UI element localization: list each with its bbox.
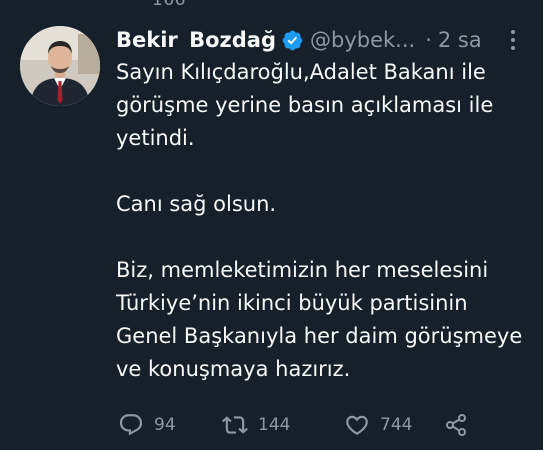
retweet-icon [222,416,248,434]
author-handle[interactable]: @bybek... [310,28,415,52]
previous-tweet-count: 166 [152,0,186,10]
tweet-paragraph: Canı sağ olsun. [116,192,277,216]
header-separator: · [425,28,432,52]
tweet-text: Sayın Kılıçdaroğlu,Adalet Bakanı ile gör… [116,56,526,386]
tweet-header: Bekir Bozdağ @bybek... · 2 sa [116,24,482,56]
share-icon [446,414,466,436]
retweet-count: 144 [258,415,291,435]
reply-icon [119,414,143,436]
like-count: 744 [380,415,413,435]
tweet-paragraph: Sayın Kılıçdaroğlu,Adalet Bakanı ile gör… [116,60,494,150]
more-options-icon[interactable] [506,27,520,53]
retweet-button[interactable]: 144 [222,412,344,438]
reply-count: 94 [154,415,176,435]
tweet-paragraph: Biz, memleketimizin her meselesini Türki… [116,258,523,381]
share-button[interactable] [444,413,468,437]
tweet-timestamp[interactable]: 2 sa [438,28,482,52]
like-button[interactable]: 744 [344,412,444,438]
reply-button[interactable]: 94 [118,412,222,438]
like-icon [346,415,368,435]
verified-badge-icon [281,29,304,52]
tweet-actions: 94 144 744 [118,408,468,442]
avatar[interactable] [20,26,100,106]
tweet-view: 166 Bekir Bozdağ @bybek... · 2 sa Sayın … [0,0,543,450]
avatar-photo [20,26,100,106]
author-display-name[interactable]: Bekir Bozdağ [116,28,276,52]
